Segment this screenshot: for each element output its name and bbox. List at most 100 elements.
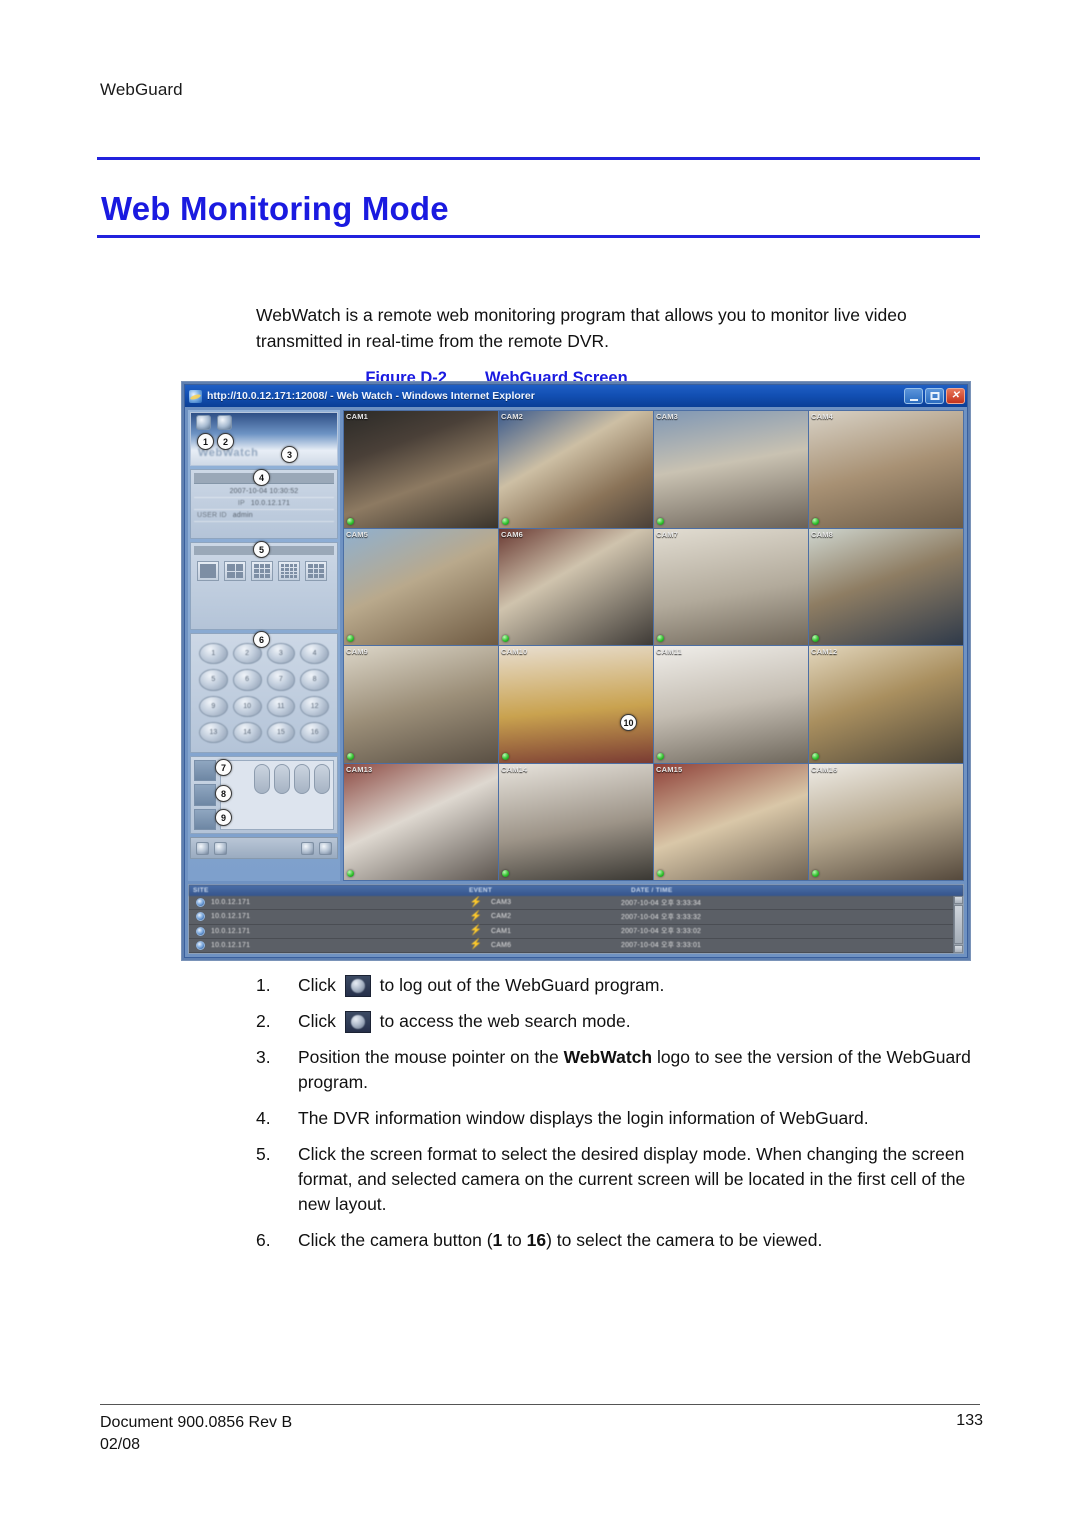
camera-status-led xyxy=(812,517,819,525)
camera-cell[interactable]: CAM16 xyxy=(809,763,963,880)
footer-left: Document 900.0856 Rev B 02/08 xyxy=(100,1412,292,1456)
settings-icon[interactable] xyxy=(214,841,227,855)
close-button[interactable] xyxy=(946,388,965,404)
event-datetime: 2007-10-04 오후 3:33:01 xyxy=(621,942,702,950)
camera-key-16[interactable]: 16 xyxy=(300,721,329,743)
event-log-panel: SITE EVENT DATE / TIME 10.0.12.171 ⚡ CAM… xyxy=(188,884,964,954)
camera-label: CAM12 xyxy=(811,647,838,656)
ptz-pill-1[interactable] xyxy=(254,764,270,794)
camera-status-led xyxy=(347,870,354,877)
audio-icon[interactable] xyxy=(301,841,314,855)
event-datetime: 2007-10-04 오후 3:33:32 xyxy=(621,913,702,921)
camera-cell[interactable]: CAM11 xyxy=(654,646,808,763)
title-rule-top xyxy=(97,157,980,160)
camera-cell[interactable]: CAM15 xyxy=(654,763,808,880)
camera-key-8[interactable]: 8 xyxy=(300,669,329,691)
camera-cell[interactable]: CAM4 xyxy=(809,411,963,528)
ptz-slider-area xyxy=(220,760,334,830)
camera-status-led xyxy=(657,635,664,642)
event-log-row[interactable]: 10.0.12.171 ⚡ CAM1 2007-10-04 오후 3:33:02 xyxy=(189,925,963,939)
layout-3x3-button[interactable] xyxy=(251,561,273,581)
camera-label: CAM1 xyxy=(346,412,369,421)
scroll-down-button[interactable] xyxy=(954,945,963,953)
layout-pip-button[interactable] xyxy=(305,561,327,581)
camera-cell[interactable]: CAM13 xyxy=(344,763,498,880)
camera-key-6[interactable]: 6 xyxy=(232,669,262,691)
camera-cell[interactable]: CAM12 xyxy=(809,646,963,763)
window-titlebar: http://10.0.12.171:12008/ - Web Watch - … xyxy=(185,385,967,407)
dvr-user-label: USER ID xyxy=(197,512,227,519)
ptz-pill-3[interactable] xyxy=(294,764,310,794)
camera-cell[interactable]: CAM8 xyxy=(809,528,963,645)
camera-status-led xyxy=(347,517,354,525)
ptz-button-b[interactable] xyxy=(194,784,216,806)
scroll-thumb[interactable] xyxy=(954,905,963,944)
maximize-button[interactable] xyxy=(925,388,944,404)
minimize-button[interactable] xyxy=(904,388,923,404)
camera-cell[interactable]: CAM9 xyxy=(344,646,498,763)
page-number: 133 xyxy=(956,1412,983,1429)
layout-2x2-button[interactable] xyxy=(224,561,246,581)
camera-grid: CAM1 CAM2 CAM3 CAM4 CAM5 CAM6 CAM7 CAM8 … xyxy=(343,410,964,881)
ptz-pill-2[interactable] xyxy=(274,764,290,794)
list-item: 6. Click the camera button (1 to 16) to … xyxy=(256,1228,982,1253)
alarm-icon[interactable] xyxy=(319,841,332,855)
camera-cell[interactable]: CAM14 xyxy=(499,763,653,880)
event-info-icon xyxy=(189,912,211,922)
layout-1x1-button[interactable] xyxy=(197,561,219,581)
window-client-area: WebWatch 1 2 3 2007-10-04 10:30:52 IP 10… xyxy=(185,407,967,957)
camera-key-13[interactable]: 13 xyxy=(199,721,228,743)
camera-key-15[interactable]: 15 xyxy=(266,721,296,743)
browser-window: http://10.0.12.171:12008/ - Web Watch - … xyxy=(184,384,968,958)
camera-key-10[interactable]: 10 xyxy=(232,695,262,717)
camera-cell[interactable]: CAM5 xyxy=(344,528,498,645)
camera-key-5[interactable]: 5 xyxy=(199,669,228,691)
internet-explorer-icon xyxy=(189,389,202,403)
camera-cell[interactable]: CAM6 xyxy=(499,528,653,645)
ptz-button-a[interactable] xyxy=(194,760,216,782)
event-log-scrollbar[interactable] xyxy=(953,896,963,953)
camera-cell[interactable]: CAM3 xyxy=(654,411,808,528)
step-number: 4. xyxy=(256,1108,271,1128)
event-info-icon xyxy=(189,940,211,950)
event-datetime: 2007-10-04 오후 3:33:34 xyxy=(621,899,702,907)
camera-cell[interactable]: CAM1 xyxy=(344,411,498,528)
event-datetime: 2007-10-04 오후 3:33:02 xyxy=(621,928,702,936)
camera-key-3[interactable]: 3 xyxy=(266,643,296,665)
web-search-button[interactable] xyxy=(217,415,232,430)
camera-key-1[interactable]: 1 xyxy=(199,643,228,665)
scroll-up-button[interactable] xyxy=(954,896,963,904)
camera-status-led xyxy=(347,635,354,642)
callout-2: 2 xyxy=(217,433,234,450)
camera-key-12[interactable]: 12 xyxy=(300,695,329,717)
event-log-row[interactable]: 10.0.12.171 ⚡ CAM3 2007-10-04 오후 3:33:34 xyxy=(189,896,963,911)
event-log-row[interactable]: 10.0.12.171 ⚡ CAM6 2007-10-04 오후 3:33:01 xyxy=(189,939,963,953)
ptz-button-c[interactable] xyxy=(194,808,216,830)
camera-key-11[interactable]: 11 xyxy=(266,695,296,717)
camera-label: CAM15 xyxy=(656,764,683,774)
camera-label: CAM6 xyxy=(501,529,524,539)
camera-video xyxy=(344,411,498,528)
camera-key-4[interactable]: 4 xyxy=(300,643,329,665)
camera-video xyxy=(654,646,808,763)
camera-video xyxy=(499,528,653,645)
camera-status-led xyxy=(502,752,509,760)
event-site: 10.0.12.171 xyxy=(211,913,251,921)
callout-6: 6 xyxy=(253,631,270,648)
layout-4x4-button[interactable] xyxy=(278,561,300,581)
camera-key-9[interactable]: 9 xyxy=(199,695,228,717)
event-log-col-datetime: DATE / TIME xyxy=(631,887,673,894)
camera-key-7[interactable]: 7 xyxy=(266,669,296,691)
capture-icon[interactable] xyxy=(196,841,209,855)
ptz-pill-4[interactable] xyxy=(314,764,330,794)
camera-cell[interactable]: CAM10 xyxy=(499,646,653,763)
camera-keypad-panel: 1 2 3 4 5 6 7 8 9 10 11 12 13 14 15 16 6 xyxy=(190,631,338,753)
camera-key-14[interactable]: 14 xyxy=(232,721,262,743)
logout-button[interactable] xyxy=(196,415,211,430)
camera-cell[interactable]: CAM2 xyxy=(499,411,653,528)
dvr-ip-row: IP 10.0.12.171 xyxy=(194,498,334,510)
event-name: CAM2 xyxy=(491,913,512,921)
camera-cell[interactable]: CAM7 xyxy=(654,528,808,645)
event-log-row[interactable]: 10.0.12.171 ⚡ CAM2 2007-10-04 오후 3:33:32 xyxy=(189,910,963,925)
camera-status-led xyxy=(812,635,819,642)
